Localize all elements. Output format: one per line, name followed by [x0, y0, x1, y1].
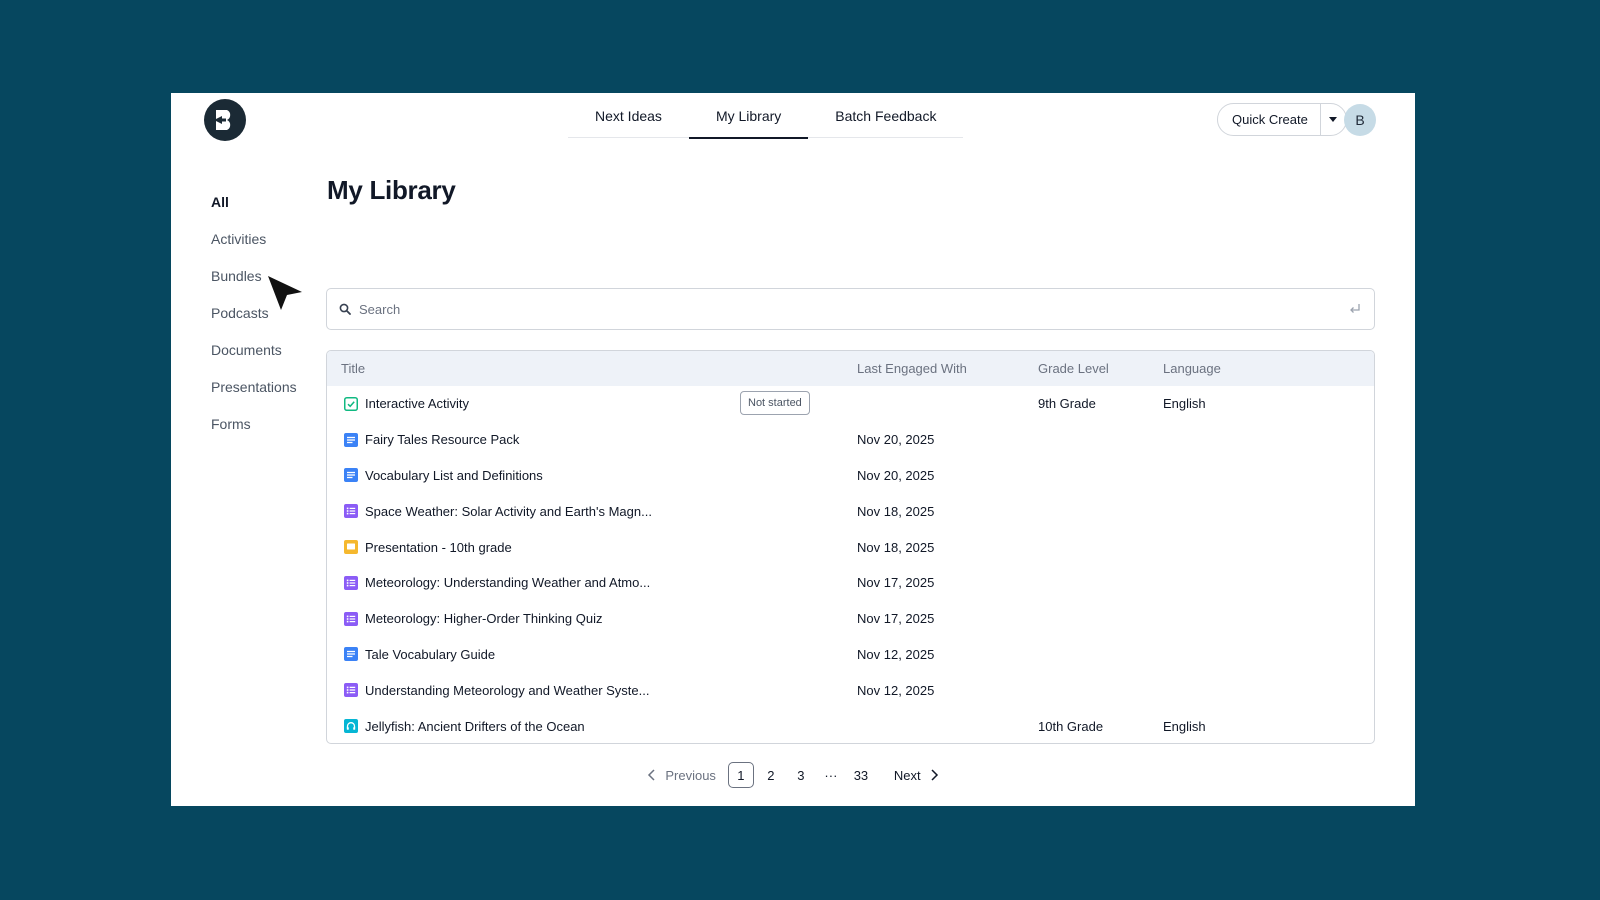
cell-last-engaged: Nov 12, 2025: [857, 682, 935, 698]
cell-title: Fairy Tales Resource Pack: [327, 432, 857, 447]
brand-logo[interactable]: [204, 99, 246, 141]
page-button-3[interactable]: 3: [788, 762, 814, 788]
column-header-grade-level[interactable]: Grade Level: [1038, 361, 1163, 376]
cell-title: Interactive Activity Not started: [327, 391, 857, 416]
item-title[interactable]: Fairy Tales Resource Pack: [365, 432, 519, 447]
item-title[interactable]: Vocabulary List and Definitions: [365, 468, 543, 483]
cell-last-engaged: Nov 18, 2025: [857, 503, 935, 519]
enter-key-icon[interactable]: [1348, 302, 1362, 316]
document-icon: [344, 647, 358, 662]
table-row[interactable]: Understanding Meteorology and Weather Sy…: [327, 672, 1374, 708]
table-row[interactable]: Fairy Tales Resource Pack Nov 20, 2025: [327, 422, 1374, 458]
quick-create-dropdown-button[interactable]: [1319, 104, 1346, 135]
form-icon: [344, 683, 358, 698]
library-table: Title Last Engaged With Grade Level Lang…: [326, 350, 1375, 744]
table-row[interactable]: Interactive Activity Not started 9th Grade…: [327, 386, 1374, 422]
table-row[interactable]: Meteorology: Understanding Weather and A…: [327, 565, 1374, 601]
search-icon: [339, 303, 351, 315]
tab-label: Batch Feedback: [835, 107, 937, 124]
cell-last-engaged: Nov 17, 2025: [857, 575, 935, 591]
cell-last-engaged: Nov 17, 2025: [857, 611, 935, 627]
item-title[interactable]: Tale Vocabulary Guide: [365, 647, 495, 662]
item-title[interactable]: Interactive Activity: [365, 396, 469, 411]
table-row[interactable]: Space Weather: Solar Activity and Earth'…: [327, 493, 1374, 529]
item-title[interactable]: Jellyfish: Ancient Drifters of the Ocean: [365, 719, 585, 734]
previous-label: Previous: [665, 767, 716, 783]
pagination: Previous 1 2 3 ··· 33 Next: [171, 762, 1415, 788]
cell-title: Understanding Meteorology and Weather Sy…: [327, 683, 857, 698]
table-row[interactable]: Tale Vocabulary Guide Nov 12, 2025: [327, 637, 1374, 673]
table-row[interactable]: Presentation - 10th grade Nov 18, 2025: [327, 529, 1374, 565]
item-title[interactable]: Meteorology: Understanding Weather and A…: [365, 575, 650, 590]
chevron-right-icon: [931, 769, 938, 781]
table-header: Title Last Engaged With Grade Level Lang…: [327, 351, 1374, 386]
chevron-left-icon: [648, 769, 655, 781]
pagination-ellipsis: ···: [824, 767, 838, 783]
column-header-title[interactable]: Title: [327, 361, 857, 376]
tab-batch-feedback[interactable]: Batch Feedback: [808, 93, 963, 138]
presentation-icon: [344, 540, 358, 555]
page-title: My Library: [327, 175, 456, 205]
cell-language: English: [1163, 718, 1206, 734]
item-title[interactable]: Understanding Meteorology and Weather Sy…: [365, 683, 649, 698]
user-avatar[interactable]: B: [1344, 104, 1376, 136]
tab-my-library[interactable]: My Library: [688, 93, 809, 139]
table-row[interactable]: Meteorology: Higher-Order Thinking Quiz N…: [327, 601, 1374, 637]
cell-title: Tale Vocabulary Guide: [327, 647, 857, 662]
cell-title: Space Weather: Solar Activity and Earth'…: [327, 504, 857, 519]
cell-language: English: [1163, 396, 1206, 412]
cell-title: Vocabulary List and Definitions: [327, 468, 857, 483]
table-body: Interactive Activity Not started 9th Grade…: [327, 386, 1374, 743]
cell-title: Presentation - 10th grade: [327, 540, 857, 555]
mouse-pointer-icon: [268, 276, 302, 310]
table-row[interactable]: Vocabulary List and Definitions Nov 20, 2…: [327, 458, 1374, 494]
app-window: Next Ideas My Library Batch Feedback Qui…: [171, 93, 1415, 806]
form-icon: [344, 504, 358, 519]
table-row[interactable]: Jellyfish: Ancient Drifters of the Ocean…: [327, 708, 1374, 743]
top-nav: Next Ideas My Library Batch Feedback: [568, 93, 964, 139]
column-header-last-engaged[interactable]: Last Engaged With: [857, 361, 1038, 376]
sidebar-item-all[interactable]: All: [211, 183, 297, 220]
podcast-icon: [344, 719, 358, 734]
next-label: Next: [893, 767, 921, 783]
tab-label: Next Ideas: [595, 107, 662, 124]
page-button-last[interactable]: 33: [848, 762, 874, 788]
sidebar-item-activities[interactable]: Activities: [211, 220, 297, 257]
form-icon: [344, 611, 358, 626]
item-title[interactable]: Meteorology: Higher-Order Thinking Quiz: [365, 611, 602, 626]
sidebar-item-forms[interactable]: Forms: [211, 405, 297, 442]
form-icon: [344, 575, 358, 590]
cell-title: Jellyfish: Ancient Drifters of the Ocean: [327, 719, 857, 734]
quick-create-split-button: Quick Create: [1217, 103, 1347, 136]
item-title[interactable]: Presentation - 10th grade: [365, 540, 512, 555]
page-button-1[interactable]: 1: [727, 762, 754, 788]
sidebar-item-presentations[interactable]: Presentations: [211, 368, 297, 405]
cell-last-engaged: Nov 20, 2025: [857, 467, 935, 483]
status-badge: Not started: [740, 391, 810, 416]
document-icon: [344, 468, 358, 483]
column-header-language[interactable]: Language: [1163, 361, 1313, 376]
cell-grade-level: 10th Grade: [1038, 718, 1104, 734]
search-input[interactable]: [359, 301, 1348, 317]
caret-down-icon: [1329, 117, 1338, 122]
quick-create-button[interactable]: Quick Create: [1218, 104, 1320, 135]
next-page-button[interactable]: Next: [890, 762, 943, 788]
page-button-2[interactable]: 2: [758, 762, 784, 788]
tab-next-ideas[interactable]: Next Ideas: [568, 93, 689, 138]
cell-last-engaged: Nov 18, 2025: [857, 539, 935, 555]
cell-title: Meteorology: Understanding Weather and A…: [327, 575, 857, 590]
cell-last-engaged: Nov 12, 2025: [857, 646, 935, 662]
previous-page-button[interactable]: Previous: [643, 762, 720, 788]
cell-last-engaged: Nov 20, 2025: [857, 432, 935, 448]
cell-title: Meteorology: Higher-Order Thinking Quiz: [327, 611, 857, 626]
tab-label: My Library: [715, 107, 782, 124]
activity-icon: [344, 396, 358, 411]
cell-grade-level: 9th Grade: [1038, 396, 1096, 412]
item-title[interactable]: Space Weather: Solar Activity and Earth'…: [365, 504, 652, 519]
document-icon: [344, 432, 358, 447]
search-bar: [326, 288, 1375, 330]
sidebar-item-documents[interactable]: Documents: [211, 331, 297, 368]
logo-icon: [214, 110, 231, 130]
